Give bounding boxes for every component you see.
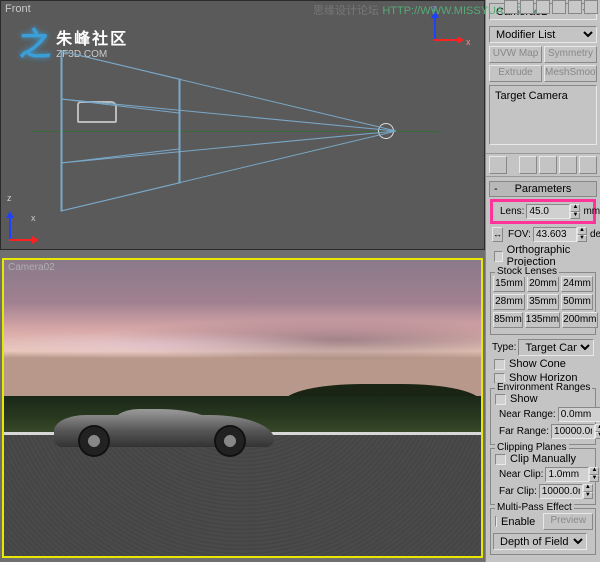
lens-20mm[interactable]: 20mm — [527, 276, 559, 292]
lens-input[interactable] — [526, 204, 570, 219]
uvwmap-button[interactable]: UVW Map — [489, 46, 542, 63]
lens-85mm[interactable]: 85mm — [493, 312, 523, 328]
viewport-label: Camera02 — [8, 262, 55, 273]
near-clip-input[interactable] — [545, 467, 589, 482]
lens-135mm[interactable]: 135mm — [525, 312, 560, 328]
clip-manually-checkbox[interactable] — [495, 454, 506, 465]
viewport-label: Front — [5, 3, 31, 15]
configure-sets-icon[interactable] — [579, 156, 597, 174]
fov-label: FOV: — [508, 229, 531, 240]
show-end-result-icon[interactable] — [519, 156, 537, 174]
logo-badge: 之 朱峰社区 ZF3D.COM — [19, 19, 128, 65]
hierarchy-tab-icon[interactable] — [536, 0, 550, 14]
lens-50mm[interactable]: 50mm — [561, 294, 593, 310]
lens-label: Lens: — [500, 206, 524, 217]
command-panel: Camera02 Modifier List UVW Map Symmetry … — [485, 0, 600, 562]
utilities-tab-icon[interactable] — [584, 0, 598, 14]
parameters-rollout[interactable]: Parameters — [489, 181, 597, 197]
enable-mpe-checkbox[interactable] — [495, 516, 497, 527]
show-cone-checkbox[interactable] — [494, 359, 505, 370]
stack-item[interactable]: Target Camera — [493, 89, 593, 103]
car-wireframe[interactable] — [77, 101, 117, 123]
modifier-list-dropdown[interactable]: Modifier List — [489, 26, 597, 43]
fov-direction-icon[interactable]: ↔ — [492, 227, 503, 242]
type-label: Type: — [492, 342, 516, 353]
fov-spinner[interactable]: ▲▼ — [577, 227, 587, 242]
lens-200mm[interactable]: 200mm — [562, 312, 597, 328]
env-show-checkbox[interactable] — [495, 394, 506, 405]
preview-button[interactable]: Preview — [543, 513, 593, 530]
modify-tab-icon[interactable] — [520, 0, 534, 14]
lens-28mm[interactable]: 28mm — [493, 294, 525, 310]
ortho-checkbox[interactable] — [494, 251, 503, 262]
near-range-input[interactable] — [558, 407, 600, 422]
env-ranges-group: Environment Ranges Show Near Range:▲▼ Fa… — [490, 388, 596, 445]
car-model[interactable] — [54, 402, 274, 457]
create-tab-icon[interactable] — [504, 0, 518, 14]
make-unique-icon[interactable] — [539, 156, 557, 174]
lens-spinner[interactable]: ▲▼ — [570, 204, 580, 219]
lens-24mm[interactable]: 24mm — [561, 276, 593, 292]
motion-tab-icon[interactable] — [552, 0, 566, 14]
display-tab-icon[interactable] — [568, 0, 582, 14]
clipping-planes-group: Clipping Planes Clip Manually Near Clip:… — [490, 448, 596, 505]
command-panel-tabs — [504, 0, 598, 14]
mpe-type-dropdown[interactable]: Depth of Field — [493, 533, 587, 550]
stock-lenses-group: Stock Lenses 15mm20mm24mm 28mm35mm50mm 8… — [490, 272, 596, 335]
modifier-stack[interactable]: Target Camera — [489, 85, 597, 145]
remove-modifier-icon[interactable] — [559, 156, 577, 174]
lens-15mm[interactable]: 15mm — [493, 276, 525, 292]
lens-highlight: Lens: ▲▼ mm — [490, 199, 596, 224]
viewport-camera[interactable]: Camera02 — [2, 258, 483, 558]
fov-input[interactable] — [533, 227, 577, 242]
camera-type-dropdown[interactable]: Target Camera — [518, 339, 594, 356]
multipass-group: Multi-Pass Effect EnablePreview Depth of… — [490, 508, 596, 555]
symmetry-button[interactable]: Symmetry — [544, 46, 597, 63]
pin-stack-icon[interactable] — [489, 156, 507, 174]
extrude-button[interactable]: Extrude — [489, 65, 542, 82]
far-clip-input[interactable] — [539, 484, 583, 499]
camera-gizmo[interactable] — [378, 123, 394, 139]
viewport-front[interactable]: Front 之 朱峰社区 ZF3D.COM z x — [0, 0, 485, 250]
far-range-input[interactable] — [551, 424, 595, 439]
meshsmooth-button[interactable]: MeshSmooth — [544, 65, 597, 82]
lens-35mm[interactable]: 35mm — [527, 294, 559, 310]
clouds — [4, 320, 481, 370]
